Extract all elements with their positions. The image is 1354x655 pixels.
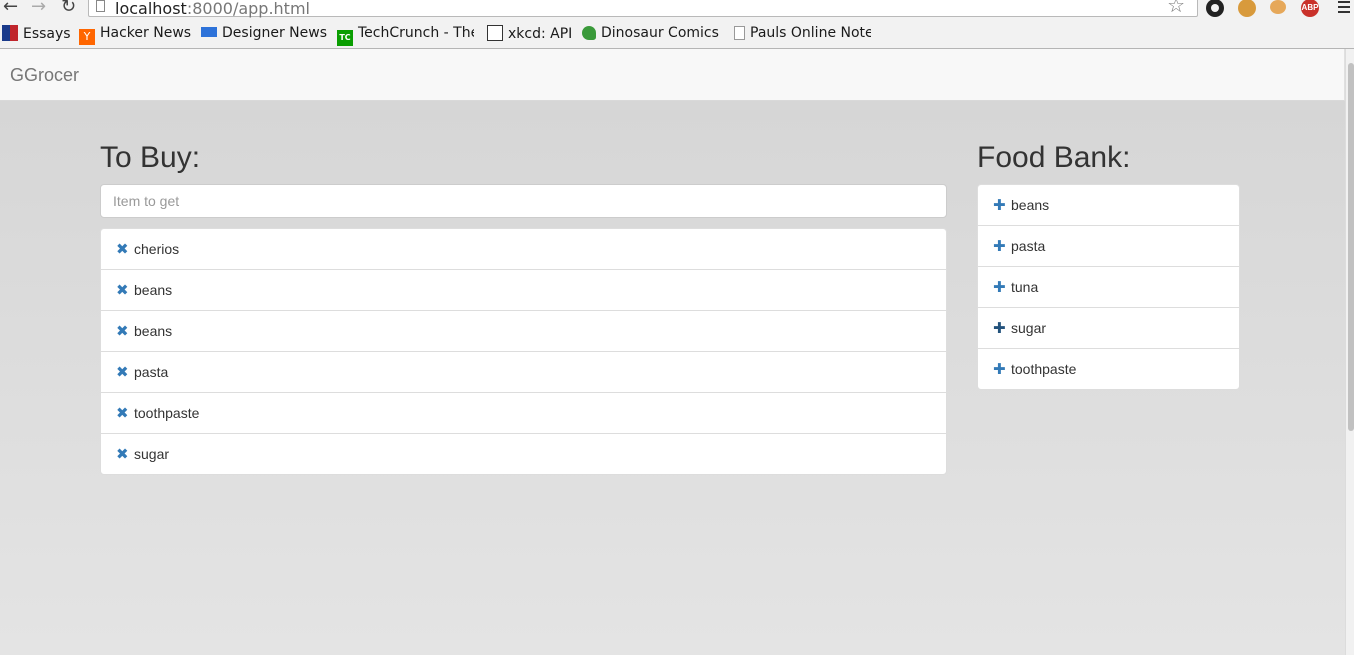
item-label: pasta — [134, 364, 169, 380]
remove-icon[interactable]: ✖ — [116, 242, 129, 257]
list-item: ✖ sugar — [101, 433, 946, 474]
item-label: cherios — [134, 241, 180, 257]
add-icon[interactable]: ✚ — [993, 280, 1006, 295]
item-to-get-input[interactable] — [100, 184, 947, 218]
bookmark-techcrunch[interactable]: TC TechCrunch - The — [337, 25, 474, 46]
item-label: tuna — [1011, 279, 1039, 295]
remove-icon[interactable]: ✖ — [116, 365, 129, 380]
list-item: ✖ toothpaste — [101, 392, 946, 433]
scrollbar-thumb[interactable] — [1348, 63, 1354, 431]
item-label: sugar — [134, 446, 170, 462]
item-label: toothpaste — [134, 405, 200, 421]
scrollbar[interactable] — [1345, 49, 1354, 655]
add-icon[interactable]: ✚ — [993, 198, 1006, 213]
list-item: ✖ pasta — [101, 351, 946, 392]
forward-arrow-icon[interactable]: → — [31, 0, 46, 17]
address-bar[interactable]: localhost:8000/app.html ☆ — [88, 0, 1198, 18]
item-label: toothpaste — [1011, 361, 1077, 377]
item-label: beans — [1011, 197, 1050, 213]
bookmark-essays[interactable]: Essays — [2, 25, 71, 42]
xkcd-icon — [487, 25, 503, 41]
cookie-icon[interactable] — [1238, 0, 1256, 17]
remove-icon[interactable]: ✖ — [116, 283, 129, 298]
list-item: ✚ sugar — [978, 307, 1239, 348]
remove-icon[interactable]: ✖ — [116, 406, 129, 421]
remove-icon[interactable]: ✖ — [116, 447, 129, 462]
bookmark-designer-news[interactable]: Designer News — [201, 25, 327, 41]
to-buy-list: ✖ cherios ✖ beans ✖ beans ✖ pasta ✖ toot… — [100, 228, 947, 475]
reload-icon[interactable]: ↻ — [61, 0, 76, 17]
brand-link[interactable]: GGrocer — [10, 65, 79, 86]
bookmark-hacker-news[interactable]: Y Hacker News — [79, 25, 191, 45]
back-arrow-icon[interactable]: ← — [3, 0, 18, 17]
cookie-icon[interactable] — [1270, 0, 1286, 14]
browser-toolbar: ← → ↻ localhost:8000/app.html ☆ ABP — [0, 0, 1354, 18]
add-icon[interactable]: ✚ — [993, 362, 1006, 377]
add-icon[interactable]: ✚ — [993, 321, 1006, 336]
page-icon — [734, 26, 745, 40]
item-label: pasta — [1011, 238, 1046, 254]
app-navbar: GGrocer — [0, 49, 1345, 101]
list-item: ✖ beans — [101, 269, 946, 310]
food-bank-heading: Food Bank: — [977, 141, 1131, 174]
list-item: ✚ beans — [978, 185, 1239, 225]
main-content: To Buy: ✖ cherios ✖ beans ✖ beans ✖ past… — [0, 101, 1345, 655]
list-item: ✖ beans — [101, 310, 946, 351]
bookmark-xkcd[interactable]: xkcd: API — [487, 25, 572, 42]
url-text[interactable]: localhost:8000/app.html — [115, 0, 310, 18]
item-label: sugar — [1011, 320, 1047, 336]
remove-icon[interactable]: ✖ — [116, 324, 129, 339]
page-icon — [96, 0, 105, 12]
bookmark-pauls-online-notes[interactable]: Pauls Online Note — [734, 25, 871, 41]
list-item: ✚ toothpaste — [978, 348, 1239, 389]
bookmark-dinosaur-comics[interactable]: Dinosaur Comics — [582, 25, 720, 41]
list-item: ✚ pasta — [978, 225, 1239, 266]
gear-icon[interactable] — [1206, 0, 1224, 17]
tc-icon: TC — [337, 30, 353, 46]
bookmark-star-icon[interactable]: ☆ — [1167, 0, 1185, 16]
dn-icon — [201, 27, 217, 37]
item-label: beans — [134, 323, 173, 339]
menu-icon[interactable] — [1338, 0, 1350, 13]
add-icon[interactable]: ✚ — [993, 239, 1006, 254]
flag-icon — [2, 25, 18, 41]
to-buy-heading: To Buy: — [100, 141, 201, 174]
list-item: ✚ tuna — [978, 266, 1239, 307]
y-icon: Y — [79, 29, 95, 45]
bookmarks-bar: Essays Y Hacker News Designer News TC Tech… — [0, 18, 1354, 49]
food-bank-list: ✚ beans ✚ pasta ✚ tuna ✚ sugar ✚ toothpa… — [977, 184, 1240, 390]
item-label: beans — [134, 282, 173, 298]
list-item: ✖ cherios — [101, 229, 946, 269]
dino-icon — [582, 26, 596, 40]
adblock-icon[interactable]: ABP — [1301, 0, 1319, 17]
